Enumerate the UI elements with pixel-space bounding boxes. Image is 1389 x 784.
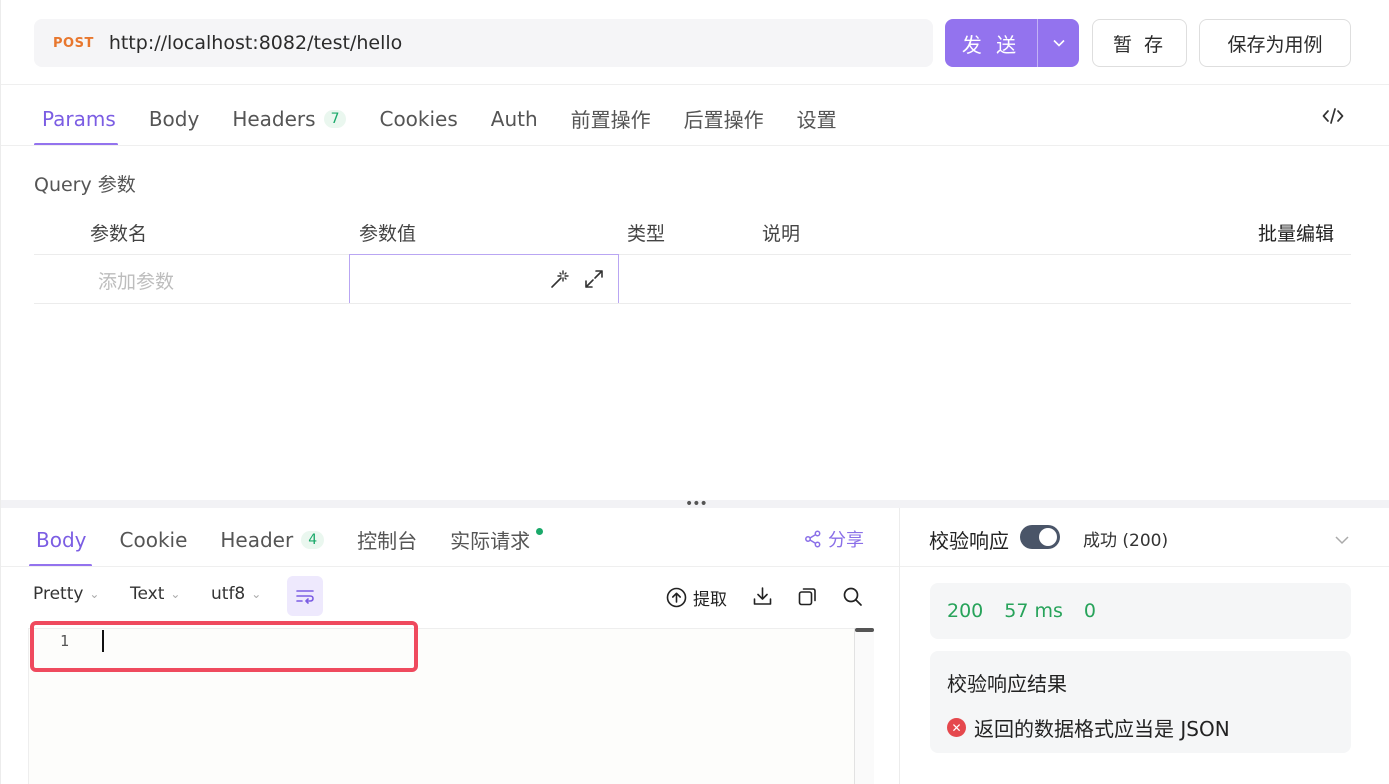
type-value: Text [130,584,165,604]
validate-response-toggle[interactable] [1020,525,1060,549]
tab-label: 控制台 [357,529,418,553]
share-button[interactable]: 分享 [804,526,864,552]
tab-auth[interactable]: Auth [491,107,538,131]
tab-label: 后置操作 [683,108,764,132]
copy-icon[interactable] [797,586,818,611]
search-icon[interactable] [842,586,863,611]
validation-result-message: ✕ 返回的数据格式应当是 JSON [947,713,1230,742]
tab-label: Cookies [379,106,458,131]
format-value: Pretty [33,584,84,604]
wrap-lines-icon [296,590,314,604]
column-header-type: 类型 [627,223,666,245]
tab-label: Headers [232,106,316,131]
tab-label: Body [36,527,87,552]
panel-splitter[interactable]: ••• [1,497,1389,511]
response-size: 0 [1083,600,1096,622]
tab-label: Body [148,106,200,131]
highlight-annotation [30,621,418,672]
divider [34,254,1351,255]
tab-label: Cookie [119,527,188,552]
save-draft-button[interactable]: 暂 存 [1092,19,1187,67]
count-badge: 7 [323,109,347,128]
format-select[interactable]: Pretty ⌄ [33,584,99,604]
tab-settings[interactable]: 设置 [797,104,837,133]
tab-response-cookie[interactable]: Cookie [120,528,188,552]
word-wrap-toggle[interactable] [287,576,323,616]
divider [1,566,899,567]
chevron-down-icon: ⌄ [89,587,100,601]
tab-label: Header [220,527,294,552]
divider [900,566,1389,567]
chevron-down-icon [1052,39,1065,47]
divider [899,508,900,784]
method-label[interactable]: POST [53,36,94,51]
response-metrics: 200 57 ms 0 [930,583,1351,639]
share-label: 分享 [828,530,864,551]
save-as-case-button[interactable]: 保存为用例 [1199,19,1351,67]
divider [34,303,1351,304]
validation-status: 成功 (200) [1083,531,1169,551]
response-time: 57 ms [1004,600,1063,622]
tab-console[interactable]: 控制台 [357,525,417,554]
tab-actual-request[interactable]: 实际请求 [450,525,544,554]
tab-label: Auth [490,106,538,131]
tab-pre-operations[interactable]: 前置操作 [571,104,651,133]
tab-label: 实际请求 [450,529,531,553]
bulk-edit-button[interactable]: 批量编辑 [1258,219,1334,246]
param-name-input[interactable]: 添加参数 [98,267,174,294]
encoding-select[interactable]: utf8 ⌄ [211,584,261,604]
tab-label: 设置 [796,108,837,132]
tab-params[interactable]: Params [42,107,116,131]
response-tabs: Body Cookie Header 4 控制台 实际请求 [36,525,544,554]
tab-cookies[interactable]: Cookies [379,107,457,131]
validate-response-label: 校验响应 [929,529,1009,553]
column-header-name: 参数名 [90,223,148,245]
tab-response-body[interactable]: Body [36,528,87,552]
tab-headers[interactable]: Headers 7 [232,106,347,131]
upload-circle-icon [666,587,687,608]
tab-post-operations[interactable]: 后置操作 [684,104,764,133]
url-bar[interactable]: POST http://localhost:8082/test/hello [34,19,933,67]
api-request-panel: POST http://localhost:8082/test/hello 发 … [0,0,1389,784]
code-icon[interactable] [1322,106,1344,130]
tab-response-header[interactable]: Header 4 [220,527,325,552]
share-icon [805,530,821,548]
request-tabs: Params Body Headers 7 Cookies Auth 前置操作 后… [42,104,837,133]
count-badge: 4 [301,530,325,549]
divider [1,145,1389,146]
download-icon[interactable] [752,586,773,611]
error-icon: ✕ [947,718,966,737]
tab-label: Params [42,106,116,131]
extract-button[interactable]: 提取 [666,585,727,610]
validation-result-title: 校验响应结果 [947,672,1067,696]
chevron-down-icon: ⌄ [170,587,181,601]
tab-body[interactable]: Body [149,107,200,131]
validation-error-text: 返回的数据格式应当是 JSON [974,717,1230,741]
column-header-description: 说明 [762,223,801,245]
chevron-down-icon[interactable] [1334,530,1350,549]
query-params-title: Query 参数 [34,174,136,196]
url-input[interactable]: http://localhost:8082/test/hello [109,32,402,54]
type-select[interactable]: Text ⌄ [130,584,180,604]
param-value-input[interactable] [349,254,619,304]
send-options-dropdown[interactable] [1037,19,1079,67]
magic-wand-icon[interactable] [550,269,570,293]
chevron-down-icon: ⌄ [251,587,262,601]
toggle-knob [1039,528,1057,546]
status-code: 200 [947,600,984,622]
extract-label: 提取 [693,590,727,610]
send-button[interactable]: 发 送 [945,19,1079,67]
expand-icon[interactable] [584,269,604,293]
scrollbar-thumb[interactable] [855,628,874,632]
send-button-label[interactable]: 发 送 [945,19,1037,67]
status-dot [536,528,544,535]
drag-handle-icon[interactable]: ••• [685,497,708,511]
editor-scrollbar[interactable] [854,628,874,784]
encoding-value: utf8 [211,584,246,604]
divider [1,84,1389,85]
tab-label: 前置操作 [570,108,651,132]
column-header-value: 参数值 [359,223,417,245]
